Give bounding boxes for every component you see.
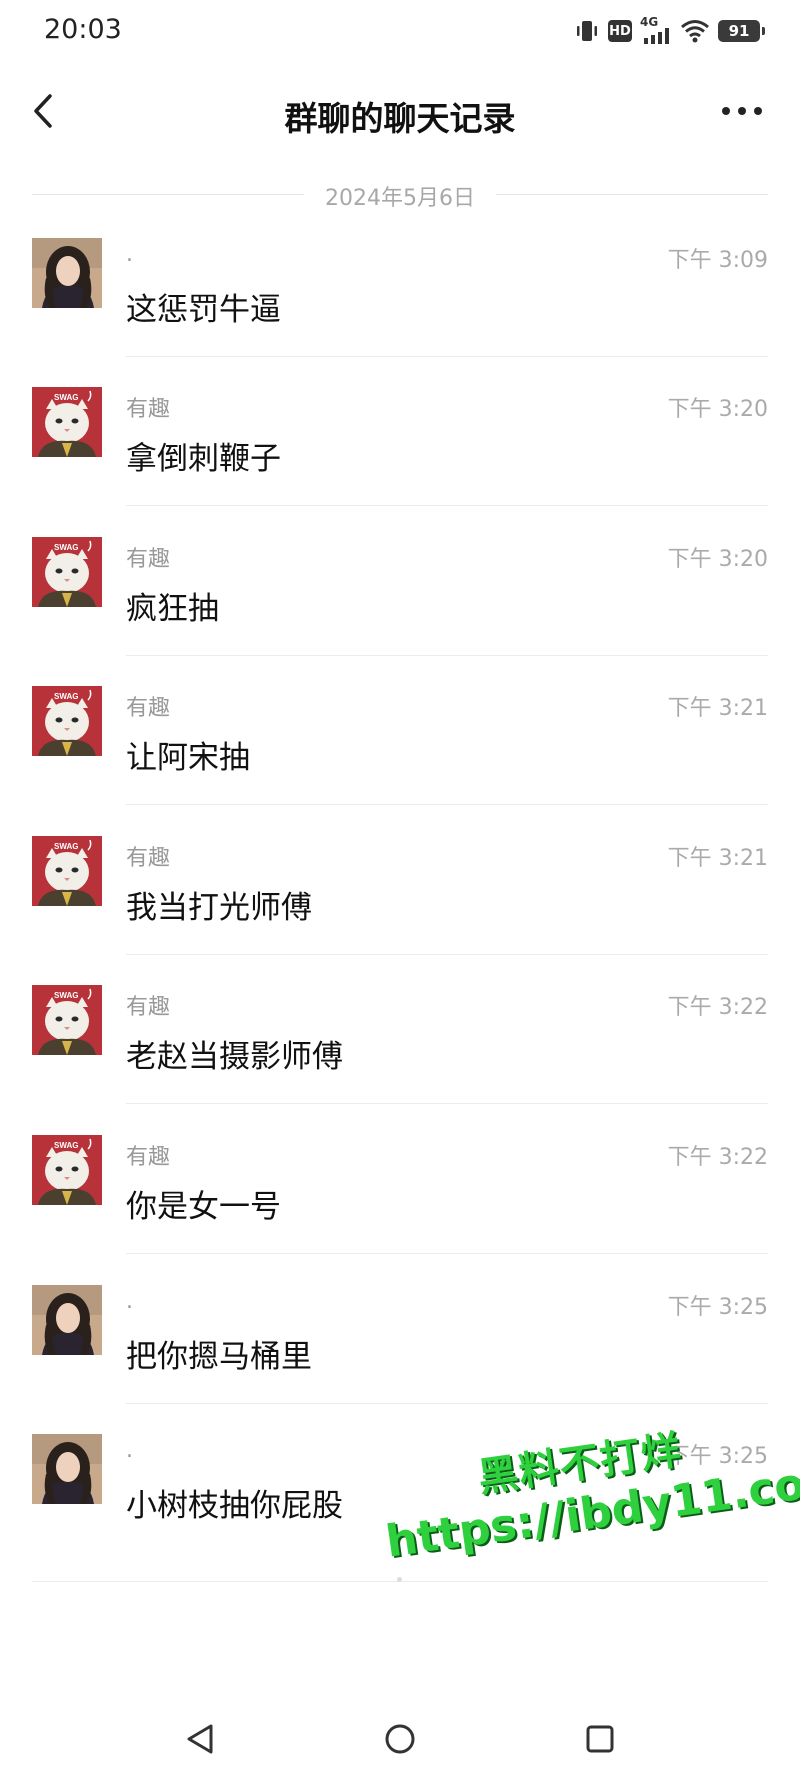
cat-avatar-image: SWAG bbox=[32, 985, 102, 1055]
message-text: 小树枝抽你屁股 bbox=[126, 1488, 343, 1524]
message-item[interactable]: SWAG 有趣 下午 3:21 让阿宋抽 bbox=[0, 682, 800, 832]
sender-name: . bbox=[126, 242, 133, 267]
message-time: 下午 3:21 bbox=[667, 846, 768, 871]
navigation-bar bbox=[0, 1700, 800, 1783]
cat-avatar-image: SWAG bbox=[32, 537, 102, 607]
avatar[interactable]: SWAG bbox=[32, 686, 102, 756]
sender-name: 有趣 bbox=[126, 547, 171, 572]
message-time: 下午 3:20 bbox=[667, 547, 768, 572]
nav-back-button[interactable] bbox=[176, 1714, 226, 1764]
more-button[interactable] bbox=[714, 88, 770, 134]
status-bar: 20:03 HD 4G 91 bbox=[0, 0, 800, 64]
avatar-swag-text: SWAG bbox=[54, 692, 78, 701]
message-item[interactable]: SWAG 有趣 下午 3:22 你是女一号 bbox=[0, 1131, 800, 1281]
message-time: 下午 3:09 bbox=[667, 248, 768, 273]
sender-name: 有趣 bbox=[126, 995, 171, 1020]
network-type-label: 4G bbox=[640, 15, 659, 29]
message-separator bbox=[126, 655, 768, 656]
status-time: 20:03 bbox=[44, 14, 122, 45]
message-text: 这惩罚牛逼 bbox=[126, 292, 281, 328]
message-separator bbox=[126, 804, 768, 805]
divider-line-right bbox=[496, 194, 768, 195]
message-item[interactable]: . 下午 3:09 这惩罚牛逼 bbox=[0, 234, 800, 384]
sender-name: . bbox=[126, 1289, 133, 1314]
avatar[interactable]: SWAG bbox=[32, 985, 102, 1055]
message-text: 我当打光师傅 bbox=[126, 890, 312, 926]
sender-name: 有趣 bbox=[126, 696, 171, 721]
date-text: 2024年5月6日 bbox=[325, 186, 475, 211]
message-time: 下午 3:21 bbox=[667, 696, 768, 721]
page-title: 群聊的聊天记录 bbox=[284, 99, 516, 138]
message-separator bbox=[126, 1103, 768, 1104]
message-text: 让阿宋抽 bbox=[126, 740, 250, 776]
battery-icon: 91 bbox=[718, 20, 765, 42]
date-divider: 2024年5月6日 bbox=[32, 176, 768, 212]
avatar[interactable] bbox=[32, 1434, 102, 1504]
girl-avatar-image bbox=[32, 1285, 102, 1355]
avatar[interactable]: SWAG bbox=[32, 537, 102, 607]
wifi-icon bbox=[681, 20, 709, 43]
message-text: 老赵当摄影师傅 bbox=[126, 1039, 343, 1075]
cat-avatar-image: SWAG bbox=[32, 686, 102, 756]
hd-icon: HD bbox=[608, 20, 632, 42]
avatar[interactable] bbox=[32, 1285, 102, 1355]
sender-name: 有趣 bbox=[126, 397, 171, 422]
nav-home-button[interactable] bbox=[375, 1714, 425, 1764]
message-item[interactable]: SWAG 有趣 下午 3:22 老赵当摄影师傅 bbox=[0, 981, 800, 1131]
cat-avatar-image: SWAG bbox=[32, 1135, 102, 1205]
message-separator bbox=[126, 954, 768, 955]
cat-avatar-image: SWAG bbox=[32, 836, 102, 906]
status-icons: HD 4G 91 bbox=[574, 15, 765, 46]
avatar-swag-text: SWAG bbox=[54, 543, 78, 552]
title-bar: 群聊的聊天记录 bbox=[0, 80, 800, 144]
message-time: 下午 3:22 bbox=[667, 1145, 768, 1170]
message-separator bbox=[126, 1253, 768, 1254]
girl-avatar-image bbox=[32, 238, 102, 308]
hd-label: HD bbox=[609, 23, 631, 39]
message-text: 你是女一号 bbox=[126, 1189, 281, 1225]
nav-recent-button[interactable] bbox=[575, 1714, 625, 1764]
avatar[interactable]: SWAG bbox=[32, 836, 102, 906]
message-time: 下午 3:25 bbox=[667, 1295, 768, 1320]
triangle-back-icon bbox=[187, 1724, 213, 1754]
avatar-swag-text: SWAG bbox=[54, 393, 78, 402]
avatar-swag-text: SWAG bbox=[54, 1141, 78, 1150]
message-time: 下午 3:20 bbox=[667, 397, 768, 422]
message-text: 把你摁马桶里 bbox=[126, 1339, 312, 1375]
girl-avatar-image bbox=[32, 1434, 102, 1504]
message-text: 疯狂抽 bbox=[126, 591, 219, 627]
message-text: 拿倒刺鞭子 bbox=[126, 441, 281, 477]
message-separator bbox=[126, 356, 768, 357]
avatar[interactable]: SWAG bbox=[32, 1135, 102, 1205]
message-separator bbox=[126, 505, 768, 506]
square-recent-icon bbox=[586, 1725, 614, 1753]
cat-avatar-image: SWAG bbox=[32, 387, 102, 457]
avatar[interactable] bbox=[32, 238, 102, 308]
cellular-signal-icon: 4G bbox=[640, 15, 672, 44]
avatar-swag-text: SWAG bbox=[54, 842, 78, 851]
avatar-swag-text: SWAG bbox=[54, 991, 78, 1000]
message-item[interactable]: SWAG 有趣 下午 3:20 拿倒刺鞭子 bbox=[0, 383, 800, 533]
sender-name: 有趣 bbox=[126, 846, 171, 871]
more-horizontal-icon bbox=[722, 107, 762, 115]
avatar[interactable]: SWAG bbox=[32, 387, 102, 457]
message-item[interactable]: SWAG 有趣 下午 3:20 疯狂抽 bbox=[0, 533, 800, 683]
message-item[interactable]: SWAG 有趣 下午 3:21 我当打光师傅 bbox=[0, 832, 800, 982]
battery-level: 91 bbox=[728, 22, 750, 40]
sender-name: 有趣 bbox=[126, 1145, 171, 1170]
vibrate-icon bbox=[577, 21, 597, 41]
sender-name: . bbox=[126, 1438, 133, 1463]
message-time: 下午 3:22 bbox=[667, 995, 768, 1020]
circle-home-icon bbox=[385, 1724, 415, 1754]
